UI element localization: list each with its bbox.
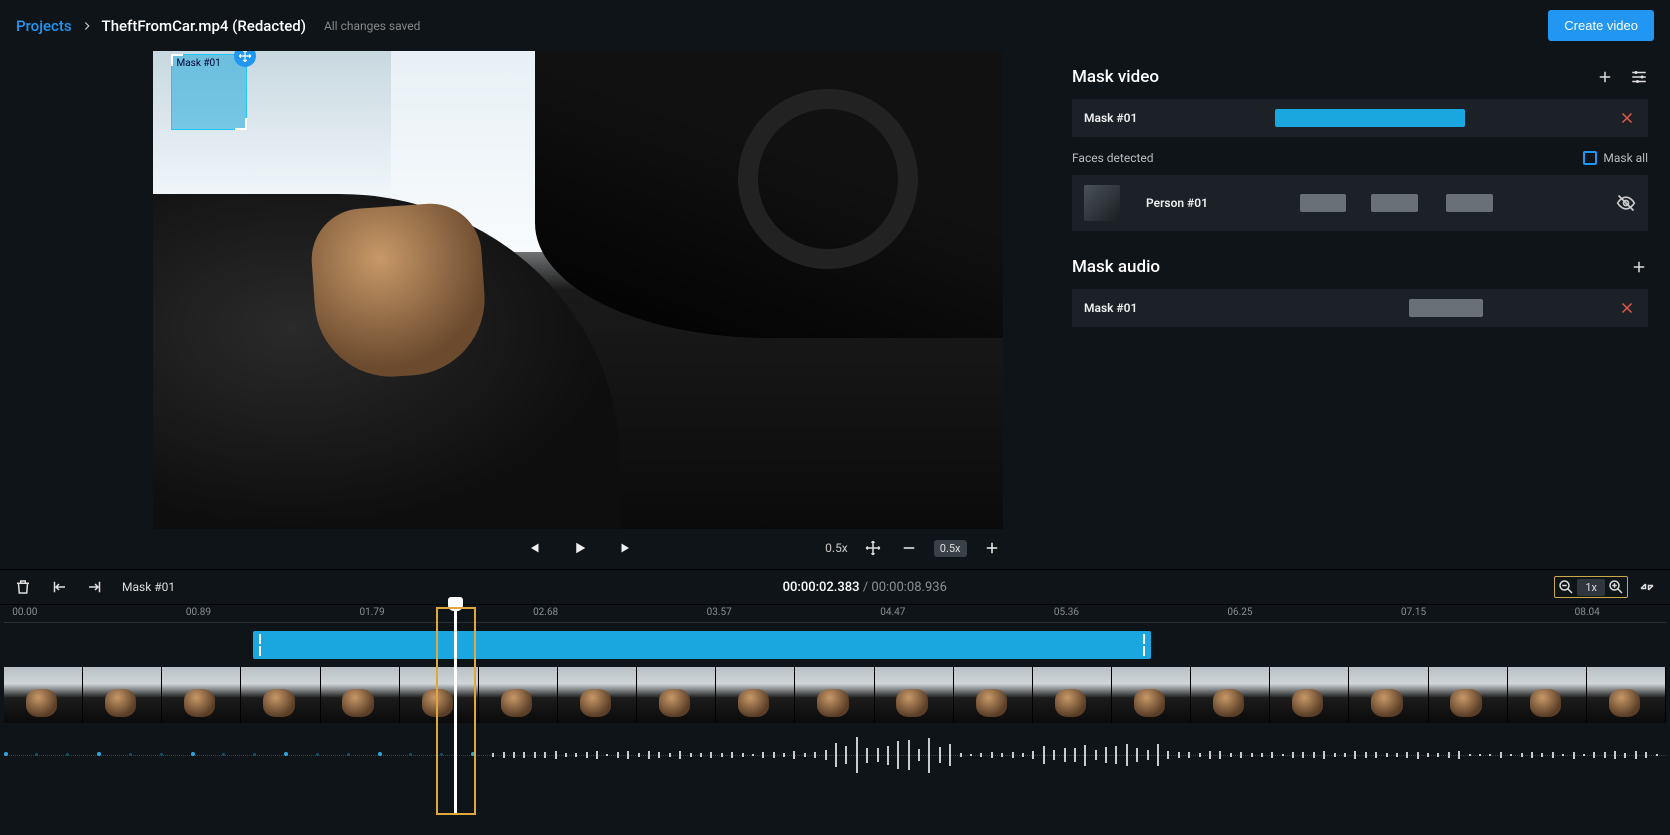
- timeline-zoom-group: 1x: [1554, 576, 1628, 598]
- playhead[interactable]: [454, 607, 457, 815]
- delete-audio-mask-icon[interactable]: [1618, 299, 1636, 317]
- timeline-thumbnail[interactable]: [321, 667, 400, 723]
- ruler-tick: 00.89: [186, 607, 211, 618]
- mask-audio-title: Mask audio: [1072, 257, 1160, 277]
- mask-audio-header: Mask audio: [1072, 243, 1648, 289]
- speed-chip[interactable]: 0.5x: [934, 540, 967, 557]
- ruler-tick: 07.15: [1401, 607, 1426, 618]
- timeline-thumbnail[interactable]: [1508, 667, 1587, 723]
- trim-start-icon[interactable]: [50, 578, 68, 596]
- settings-sliders-icon[interactable]: [1630, 68, 1648, 86]
- add-audio-mask-icon[interactable]: [1630, 258, 1648, 276]
- prev-frame-button[interactable]: [523, 537, 545, 559]
- play-button[interactable]: [569, 537, 591, 559]
- timeline-thumbnail[interactable]: [162, 667, 241, 723]
- timeline-thumbnail[interactable]: [795, 667, 874, 723]
- video-preview[interactable]: Mask #01: [153, 51, 1003, 529]
- timeline-thumbnail[interactable]: [1191, 667, 1270, 723]
- timeline-thumbnail[interactable]: [1429, 667, 1508, 723]
- player-controls: 0.5x 0.5x: [153, 529, 1003, 559]
- timeline-ruler[interactable]: 00.00 00.89 01.79 02.68 03.57 04.47 05.36 06.25…: [4, 605, 1666, 623]
- pan-button[interactable]: [862, 537, 884, 559]
- thumbnail-strip[interactable]: [4, 667, 1666, 723]
- timeline-thumbnail[interactable]: [241, 667, 320, 723]
- mask-clip-segment[interactable]: [253, 631, 1150, 659]
- mask-all-checkbox[interactable]: [1583, 151, 1597, 165]
- timeline-zoom-out-icon[interactable]: [1557, 578, 1575, 596]
- trim-end-icon[interactable]: [86, 578, 104, 596]
- timeline-thumbnail[interactable]: [716, 667, 795, 723]
- header-bar: Projects TheftFromCar.mp4 (Redacted) All…: [0, 0, 1670, 51]
- timeline-thumbnail[interactable]: [4, 667, 83, 723]
- timeline-thumbnail[interactable]: [558, 667, 637, 723]
- video-frame-illustration: [153, 51, 1003, 529]
- audio-mask-label: Mask #01: [1084, 301, 1234, 315]
- timeline-thumbnail[interactable]: [954, 667, 1033, 723]
- mask-video-title: Mask video: [1072, 67, 1159, 87]
- timeline-thumbnail[interactable]: [1033, 667, 1112, 723]
- speed-label: 0.5x: [825, 541, 848, 555]
- video-mask-label: Mask #01: [1084, 111, 1234, 125]
- breadcrumb-projects[interactable]: Projects: [16, 17, 72, 35]
- audio-mask-row[interactable]: Mask #01: [1072, 289, 1648, 327]
- timeline-thumbnail[interactable]: [875, 667, 954, 723]
- active-mask-name: Mask #01: [122, 580, 175, 594]
- breadcrumb-file: TheftFromCar.mp4 (Redacted): [102, 17, 306, 35]
- video-mask-minitrack[interactable]: [1234, 109, 1606, 127]
- ruler-tick: 00.00: [12, 607, 37, 618]
- time-current: 00:00:02.383: [783, 580, 860, 595]
- create-video-button[interactable]: Create video: [1548, 10, 1654, 41]
- ruler-tick: 08.04: [1575, 607, 1600, 618]
- time-total: 00:00:08.936: [871, 580, 946, 595]
- timeline-zoom-in-icon[interactable]: [1607, 578, 1625, 596]
- audio-mask-minitrack[interactable]: [1234, 299, 1606, 317]
- chevron-right-icon: [80, 19, 94, 33]
- video-mask-row[interactable]: Mask #01: [1072, 99, 1648, 137]
- person-label: Person #01: [1146, 196, 1246, 210]
- faces-detected-label: Faces detected: [1072, 151, 1154, 165]
- ruler-tick: 06.25: [1227, 607, 1252, 618]
- timeline-thumbnail[interactable]: [637, 667, 716, 723]
- mask-video-header: Mask video: [1072, 61, 1648, 99]
- ruler-tick: 01.79: [359, 607, 384, 618]
- zoom-out-button[interactable]: [898, 537, 920, 559]
- ruler-tick: 04.47: [880, 607, 905, 618]
- face-thumbnail[interactable]: [1084, 185, 1120, 221]
- mask-all-label: Mask all: [1603, 151, 1648, 165]
- timeline-zoom-level[interactable]: 1x: [1577, 579, 1605, 596]
- ruler-tick: 02.68: [533, 607, 558, 618]
- timecode: 00:00:02.383 / 00:00:08.936: [175, 580, 1554, 595]
- timeline-thumbnail[interactable]: [1587, 667, 1666, 723]
- mask-clip-track[interactable]: [4, 631, 1666, 659]
- timeline-thumbnail[interactable]: [1270, 667, 1349, 723]
- add-mask-icon[interactable]: [1596, 68, 1614, 86]
- collapse-icon[interactable]: [1638, 578, 1656, 596]
- person-row[interactable]: Person #01: [1072, 175, 1648, 231]
- visibility-off-icon[interactable]: [1616, 193, 1636, 213]
- clip-handle-right[interactable]: [1141, 634, 1147, 656]
- ruler-tick: 05.36: [1054, 607, 1079, 618]
- mask-overlay-box[interactable]: Mask #01: [171, 54, 247, 130]
- save-status: All changes saved: [324, 19, 420, 33]
- ruler-tick: 03.57: [707, 607, 732, 618]
- timeline-thumbnail[interactable]: [400, 667, 479, 723]
- clip-handle-left[interactable]: [257, 634, 263, 656]
- person-minitrack[interactable]: [1246, 194, 1604, 212]
- timeline-thumbnail[interactable]: [1349, 667, 1428, 723]
- timeline-thumbnail[interactable]: [1112, 667, 1191, 723]
- audio-waveform[interactable]: [4, 723, 1666, 779]
- zoom-in-button[interactable]: [981, 537, 1003, 559]
- timeline-thumbnail[interactable]: [479, 667, 558, 723]
- mask-overlay-label: Mask #01: [177, 58, 221, 69]
- trash-icon[interactable]: [14, 578, 32, 596]
- delete-mask-icon[interactable]: [1618, 109, 1636, 127]
- timeline-thumbnail[interactable]: [83, 667, 162, 723]
- next-frame-button[interactable]: [615, 537, 637, 559]
